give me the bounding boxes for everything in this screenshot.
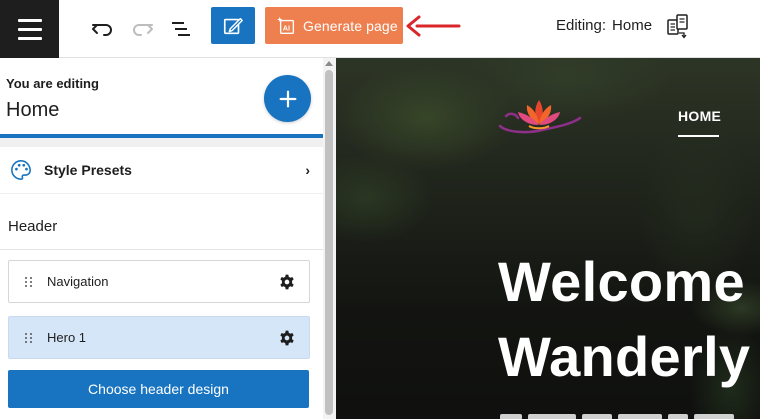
generate-page-label: Generate page	[303, 17, 398, 34]
ai-icon: AI	[277, 16, 295, 34]
palette-icon	[11, 160, 31, 180]
editing-header: You are editing Home	[0, 58, 324, 134]
chevron-right-icon: ›	[305, 162, 310, 178]
menu-button[interactable]	[0, 0, 59, 58]
header-item-hero[interactable]: Hero 1	[8, 316, 310, 359]
editing-indicator: Editing: Home	[556, 17, 652, 34]
switch-page-icon	[667, 14, 688, 39]
nav-active-underline	[678, 135, 719, 137]
lotus-logo[interactable]	[496, 96, 582, 142]
edit-design-button[interactable]	[211, 7, 255, 44]
arrow-icon	[406, 15, 461, 37]
gear-icon[interactable]	[279, 330, 295, 346]
editing-page-name: Home	[612, 17, 653, 34]
editor-sidebar: You are editing Home Style Presets › Hea…	[0, 58, 324, 419]
choose-header-design-button[interactable]: Choose header design	[8, 370, 309, 408]
redo-icon	[133, 24, 153, 36]
editing-label: Editing:	[556, 17, 607, 34]
redo-button[interactable]	[127, 14, 157, 44]
gear-icon[interactable]	[279, 274, 295, 290]
edit-design-icon	[223, 17, 243, 34]
scrollbar-thumb[interactable]	[325, 70, 333, 415]
generate-page-button[interactable]: AI Generate page	[265, 7, 403, 44]
style-presets-item[interactable]: Style Presets ›	[0, 147, 324, 193]
page-preview[interactable]: HOME Welcome Wanderly	[336, 58, 760, 419]
active-divider	[0, 134, 324, 138]
plus-icon	[279, 90, 296, 107]
you-are-editing-label: You are editing	[6, 76, 99, 91]
style-presets-label: Style Presets	[44, 162, 132, 178]
sidebar-scrollbar[interactable]	[323, 58, 336, 419]
menu-icon-bar	[17, 27, 42, 31]
hero-heading-line-2: Wanderly	[498, 325, 751, 388]
menu-icon-bar	[17, 36, 42, 40]
header-item-label: Navigation	[47, 274, 109, 289]
menu-icon-bar	[17, 18, 42, 22]
add-section-button[interactable]	[264, 75, 311, 122]
top-toolbar: AI Generate page Editing: Home	[0, 0, 760, 58]
svg-text:AI: AI	[283, 23, 290, 32]
page-title: Home	[6, 99, 60, 121]
drag-handle-icon[interactable]	[25, 276, 33, 287]
header-item-navigation[interactable]: Navigation	[8, 260, 310, 303]
switch-page-button[interactable]	[662, 11, 692, 41]
header-section: Header Navigation Hero 1 Choose header d…	[0, 194, 324, 419]
undo-icon	[92, 24, 112, 36]
scroll-up-arrow-icon[interactable]	[325, 61, 333, 66]
divider	[0, 249, 324, 250]
undo-button[interactable]	[88, 14, 118, 44]
header-item-label: Hero 1	[47, 330, 87, 345]
hero-heading-line-1: Welcome	[498, 250, 745, 313]
header-section-title: Header	[8, 218, 58, 235]
list-view-button[interactable]	[166, 14, 196, 44]
list-view-icon	[172, 22, 190, 36]
drag-handle-icon[interactable]	[25, 332, 33, 343]
nav-link-home[interactable]: HOME	[678, 108, 721, 124]
hero-subtext-peek	[500, 414, 760, 419]
